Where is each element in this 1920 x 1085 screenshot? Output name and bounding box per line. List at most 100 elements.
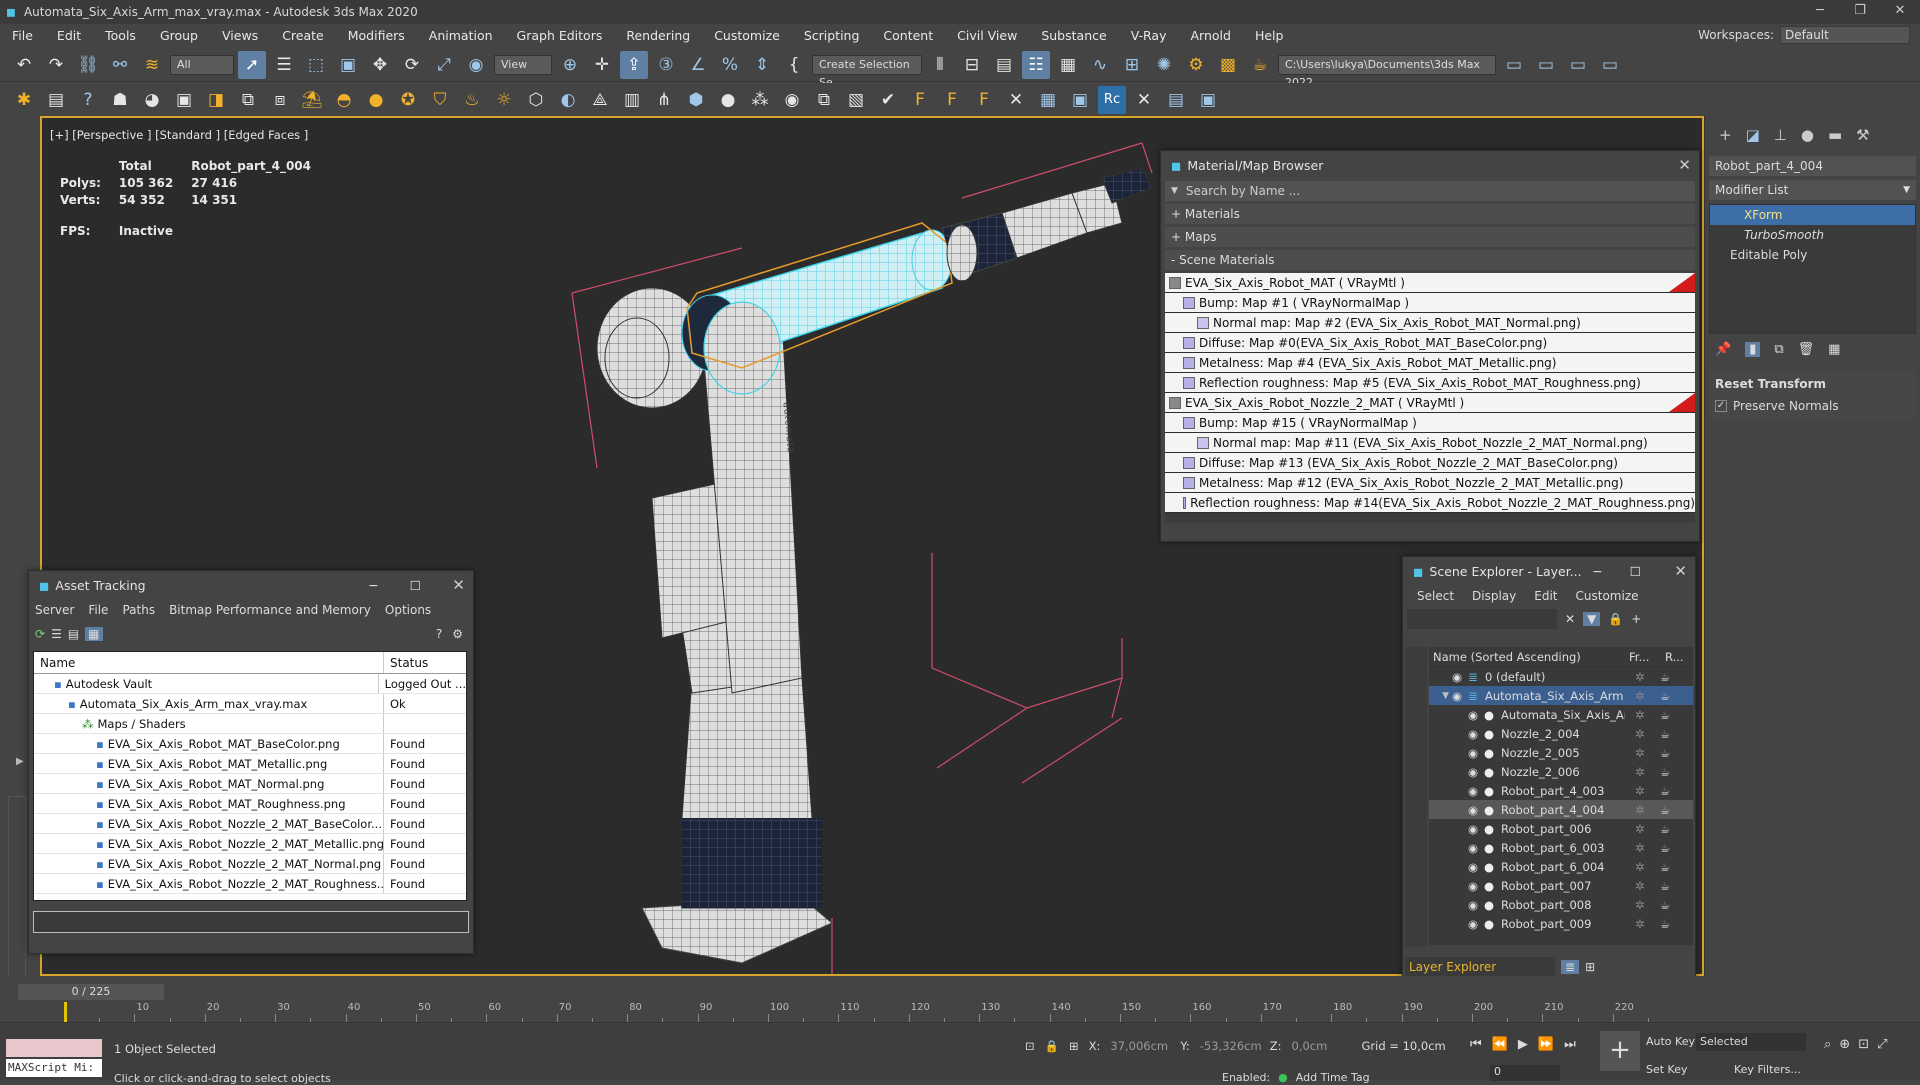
visibility-eye-icon[interactable]: ◉ [1449, 689, 1465, 703]
close-button[interactable]: ✕ [1880, 0, 1920, 24]
scale-icon[interactable]: ⤢ [430, 51, 458, 79]
ies-light-icon[interactable]: ◓ [330, 86, 358, 114]
freeze-toggle-icon[interactable]: ✲ [1625, 708, 1655, 722]
previous-frame-icon[interactable]: ⏪ [1492, 1037, 1508, 1052]
asset-menu-paths[interactable]: Paths [122, 603, 155, 617]
scene-tree-row[interactable]: ◉ ● Robot_part_009 ✲ ☕ [1429, 914, 1693, 933]
asset-row[interactable]: ▪ EVA_Six_Axis_Robot_MAT_Metallic.png Foun… [34, 754, 466, 774]
asset-row[interactable]: ▪ EVA_Six_Axis_Robot_Nozzle_2_MAT_BaseCol… [34, 814, 466, 834]
teapot-icon[interactable]: ☗ [106, 86, 134, 114]
fur-icon[interactable]: ⧈ [266, 86, 294, 114]
window-crossing-icon[interactable]: ▣ [334, 51, 362, 79]
add-layer-icon[interactable]: + [1631, 612, 1641, 626]
workspace-dropdown[interactable]: Default [1780, 26, 1910, 44]
asset-menu-server[interactable]: Server [35, 603, 74, 617]
scene-tree-row[interactable]: ▼ ◉ ≣ Automata_Six_Axis_Arm ✲ ☕ [1429, 686, 1693, 705]
create-tab-icon[interactable]: + [1719, 126, 1732, 144]
window-icon[interactable]: ▣ [1194, 86, 1222, 114]
rendered-frame-window-icon[interactable]: ▩ [1214, 51, 1242, 79]
asset-row[interactable]: ▪ EVA_Six_Axis_Robot_Nozzle_2_MAT_Roughne… [34, 874, 466, 894]
asset-path-field[interactable] [33, 911, 469, 933]
align-icon[interactable]: ⊟ [958, 51, 986, 79]
zoom-region-icon[interactable]: ⤢ [1877, 1037, 1887, 1052]
mirror-icon[interactable]: ⫴ [926, 51, 954, 79]
project-open-icon[interactable]: ▭ [1532, 51, 1560, 79]
scene-tree-row[interactable]: ◉ ● Robot_part_4_004 ✲ ☕ [1429, 800, 1693, 819]
asset-row[interactable]: ▪ EVA_Six_Axis_Robot_Nozzle_2_MAT_Normal.… [34, 854, 466, 874]
f-icon-2[interactable]: F [938, 86, 966, 114]
set-key-button[interactable]: Set Key [1646, 1063, 1688, 1076]
layer-explorer-dropdown[interactable]: Layer Explorer [1405, 957, 1555, 977]
menu-help[interactable]: Help [1243, 28, 1296, 43]
filter-icon[interactable]: ▼ [1583, 612, 1601, 626]
vray-logo-icon[interactable]: ✔ [874, 86, 902, 114]
renderable-toggle-icon[interactable]: ☕ [1655, 822, 1675, 836]
freeze-toggle-icon[interactable]: ✲ [1625, 841, 1655, 855]
z-coordinate-field[interactable]: 0,0cm [1292, 1039, 1352, 1053]
scene-tree-row[interactable]: ◉ ● Robot_part_006 ✲ ☕ [1429, 819, 1693, 838]
col-name-header[interactable]: Name [34, 652, 384, 673]
map-item[interactable]: Reflection roughness: Map #5 (EVA_Six_Ax… [1165, 373, 1695, 393]
rollout-title[interactable]: Reset Transform [1715, 377, 1910, 391]
scene-maximize-button[interactable]: ☐ [1630, 564, 1641, 579]
hierarchy-icon[interactable]: ⊞ [1585, 960, 1595, 974]
tree-view-icon[interactable]: ▤ [68, 627, 79, 641]
set-key-big-button[interactable]: + [1600, 1031, 1640, 1071]
expand-arrow-icon[interactable]: ▼ [1429, 691, 1449, 701]
go-to-end-icon[interactable]: ⏭ [1564, 1037, 1576, 1052]
zoom-icon[interactable]: ⌕ [1824, 1037, 1831, 1052]
viewport-label[interactable]: [+] [Perspective ] [Standard ] [Edged Fa… [50, 128, 308, 142]
selection-lock-icon[interactable]: 🔒 [1045, 1039, 1059, 1053]
proxy-icon[interactable]: ⧉ [234, 86, 262, 114]
select-by-name-icon[interactable]: ☰ [270, 51, 298, 79]
vray-clipper-icon[interactable]: ⬢ [682, 86, 710, 114]
scene-tree-row[interactable]: ◉ ● Robot_part_008 ✲ ☕ [1429, 895, 1693, 914]
freeze-toggle-icon[interactable]: ✲ [1625, 670, 1655, 684]
show-end-result-icon[interactable]: ▮ [1745, 342, 1761, 357]
motion-tab-icon[interactable]: ● [1801, 126, 1814, 144]
clear-search-icon[interactable]: ✕ [1565, 612, 1575, 626]
stack-item-turbosmooth[interactable]: TurboSmooth [1710, 225, 1915, 245]
menu-civil-view[interactable]: Civil View [945, 28, 1029, 43]
asset-row[interactable]: ▪ Autodesk Vault Logged Out ... [34, 674, 466, 694]
modify-tab-icon[interactable]: ◪ [1746, 126, 1760, 144]
menu-animation[interactable]: Animation [417, 28, 505, 43]
tools-icon[interactable]: ✕ [1002, 86, 1030, 114]
renderable-toggle-icon[interactable]: ☕ [1655, 879, 1675, 893]
unlink-icon[interactable]: ⚯ [106, 51, 134, 79]
sky-icon[interactable]: ⛉ [426, 86, 454, 114]
visibility-eye-icon[interactable]: ◉ [1465, 708, 1481, 722]
f-icon-3[interactable]: F [970, 86, 998, 114]
scene-tree-row[interactable]: ◉ ● Robot_part_007 ✲ ☕ [1429, 876, 1693, 895]
vray-plane-icon[interactable]: ⟁ [586, 86, 614, 114]
project-create-icon[interactable]: ▭ [1564, 51, 1592, 79]
key-mode-dropdown[interactable]: Selected [1696, 1033, 1806, 1051]
ambient-light-icon[interactable]: ♨ [458, 86, 486, 114]
zoom-extents-icon[interactable]: ⊡ [1858, 1037, 1869, 1052]
menu-rendering[interactable]: Rendering [614, 28, 702, 43]
utilities-tab-icon[interactable]: ⚒ [1856, 126, 1869, 144]
map-item[interactable]: Metalness: Map #4 (EVA_Six_Axis_Robot_MA… [1165, 353, 1695, 373]
configure-sets-icon[interactable]: ▦ [1828, 342, 1840, 357]
render-setup-icon[interactable]: ⚙ [1182, 51, 1210, 79]
named-selection-dropdown[interactable]: Create Selection Se [812, 54, 922, 89]
material-balls-icon[interactable]: ⁂ [746, 86, 774, 114]
f-icon-1[interactable]: F [906, 86, 934, 114]
absolute-mode-icon[interactable]: ⊞ [1069, 1039, 1079, 1053]
asset-row[interactable]: ▪ EVA_Six_Axis_Robot_Nozzle_2_MAT_Metalli… [34, 834, 466, 854]
scene-menu-customize[interactable]: Customize [1576, 589, 1639, 603]
visibility-eye-icon[interactable]: ◉ [1465, 822, 1481, 836]
asset-minimize-button[interactable]: ─ [369, 578, 377, 593]
scene-materials-section[interactable]: - Scene Materials [1165, 250, 1695, 270]
renderable-toggle-icon[interactable]: ☕ [1655, 727, 1675, 741]
asset-row[interactable]: ▪ EVA_Six_Axis_Robot_MAT_Normal.png Found [34, 774, 466, 794]
timeline-track[interactable]: 10 20 30 40 50 60 70 80 90 100 110 120 130 140 150 160 1… [64, 1002, 1864, 1022]
renderable-toggle-icon[interactable]: ☕ [1655, 841, 1675, 855]
freeze-toggle-icon[interactable]: ✲ [1625, 765, 1655, 779]
map-item[interactable]: Normal map: Map #2 (EVA_Six_Axis_Robot_M… [1165, 313, 1695, 333]
bind-space-warp-icon[interactable]: ≋ [138, 51, 166, 79]
grid-icon[interactable]: ▦ [1034, 86, 1062, 114]
menu-tools[interactable]: Tools [93, 28, 148, 43]
col-render[interactable]: R... [1665, 647, 1684, 666]
menu-views[interactable]: Views [210, 28, 270, 43]
